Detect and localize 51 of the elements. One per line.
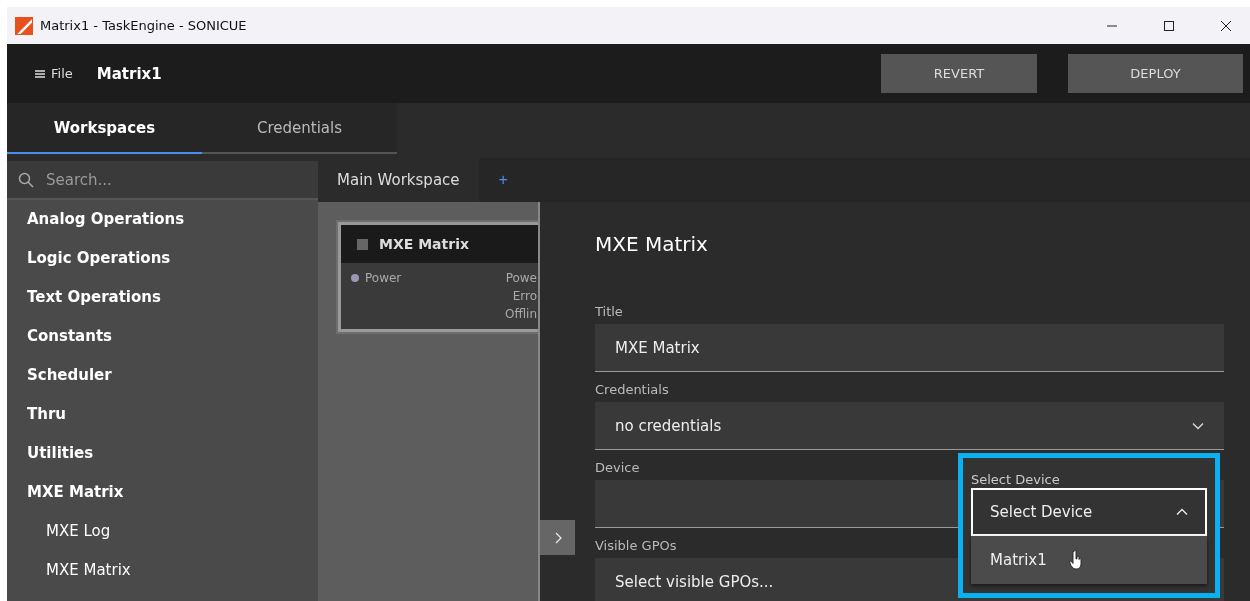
action-button[interactable]: REVERT bbox=[881, 54, 1037, 93]
project-name: Matrix1 bbox=[96, 64, 162, 83]
panel-title: MXE Matrix bbox=[595, 232, 709, 258]
input-field[interactable]: no credentials bbox=[595, 402, 1224, 450]
add-tab-button[interactable]: + bbox=[478, 158, 528, 202]
search-icon bbox=[18, 171, 34, 188]
chevron-right-icon bbox=[553, 531, 562, 544]
window-title: Matrix1 - TaskEngine - SONICUE bbox=[40, 18, 247, 33]
device-dropdown[interactable]: Select Device bbox=[971, 488, 1207, 536]
sidebar-item[interactable]: Utilities bbox=[7, 438, 318, 477]
field-value: no credentials bbox=[615, 416, 722, 435]
field-placeholder: Select visible GPOs... bbox=[615, 572, 774, 591]
sidebar-item[interactable]: Thru bbox=[7, 399, 318, 438]
field-label: Device bbox=[595, 460, 641, 477]
close-icon[interactable] bbox=[1220, 19, 1232, 32]
port-label: Offlin bbox=[505, 307, 537, 321]
search-field[interactable]: Search... bbox=[44, 169, 298, 190]
hand-cursor-icon bbox=[1068, 550, 1083, 570]
workspace-tab[interactable]: Main Workspace bbox=[318, 158, 479, 202]
port-label: Erro bbox=[512, 289, 537, 303]
sidebar-item[interactable]: Analog Operations bbox=[7, 204, 318, 243]
node-square-icon bbox=[357, 238, 368, 250]
sidebar-subitem[interactable]: MXE Matrix bbox=[7, 555, 318, 594]
tab[interactable]: Workspaces bbox=[7, 103, 202, 154]
node-card[interactable]: MXE Matrix Power Powe Erro Offlin bbox=[338, 222, 538, 332]
field-label: Visible GPOs bbox=[595, 538, 678, 555]
maximize-icon[interactable] bbox=[1163, 19, 1175, 32]
port-label: Powe bbox=[505, 271, 537, 285]
tab[interactable]: Credentials bbox=[202, 103, 397, 154]
sidebar-item[interactable]: Constants bbox=[7, 321, 318, 360]
sidebar-item[interactable]: Logic Operations bbox=[7, 243, 318, 282]
file-menu-button[interactable]: File bbox=[31, 62, 77, 85]
input-field[interactable]: MXE Matrix bbox=[595, 324, 1224, 372]
chevron-down-icon bbox=[1192, 421, 1204, 430]
field-value: MXE Matrix bbox=[615, 338, 700, 357]
menu-icon bbox=[35, 69, 45, 78]
dropdown-label: Select Device bbox=[971, 472, 1061, 487]
field-label: Credentials bbox=[595, 382, 670, 399]
app-logo-icon bbox=[15, 16, 33, 35]
sidebar-item[interactable]: Text Operations bbox=[7, 282, 318, 321]
field-label: Title bbox=[595, 304, 624, 321]
sidebar-item[interactable]: Scheduler bbox=[7, 360, 318, 399]
dropdown-option[interactable]: Matrix1 bbox=[971, 536, 1207, 584]
port-label: Power bbox=[365, 271, 402, 285]
port-dot-icon[interactable] bbox=[351, 274, 359, 282]
sidebar-subitem[interactable]: MXE Log bbox=[7, 516, 318, 555]
search-box[interactable]: Search... bbox=[7, 161, 318, 200]
sidebar-item[interactable]: MXE Matrix bbox=[7, 477, 318, 516]
collapse-handle[interactable] bbox=[540, 520, 575, 555]
action-button[interactable]: DEPLOY bbox=[1068, 54, 1243, 93]
node-title: MXE Matrix bbox=[379, 236, 469, 252]
